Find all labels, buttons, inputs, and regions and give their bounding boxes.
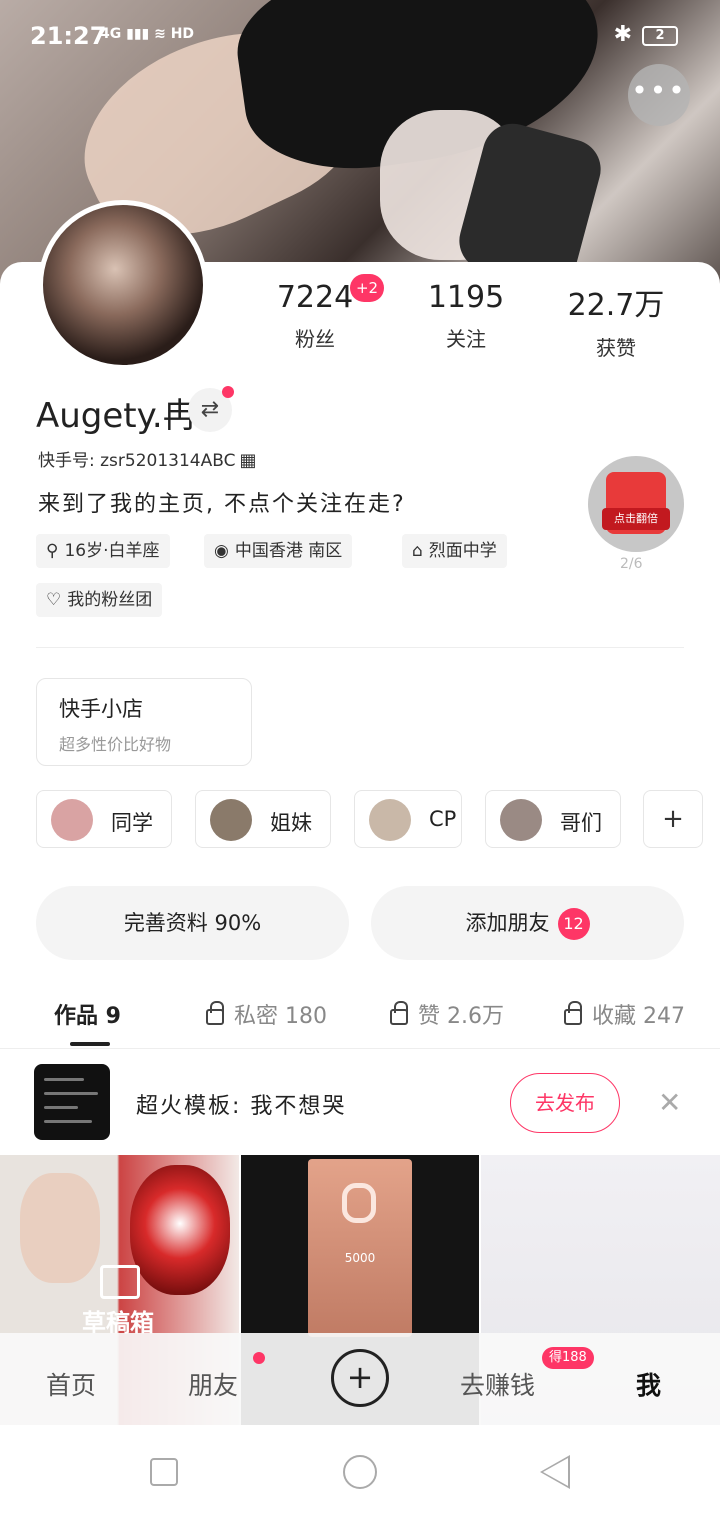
more-options-button[interactable]: ••• [628,64,690,126]
tag-label: 我的粉丝团 [67,590,153,610]
lock-icon [206,1001,224,1025]
group-avatar [500,799,542,841]
publish-button[interactable]: 去发布 [510,1073,620,1133]
hd-label: HD [170,26,195,42]
plaque-value: 5000 [344,1251,376,1265]
close-icon[interactable]: ✕ [658,1086,681,1119]
tab-private[interactable]: 私密 180 [206,998,327,1030]
add-friend-label: 添加朋友 [465,911,550,935]
signal-label: 4G [100,26,122,42]
divider [0,1048,720,1049]
recent-apps-icon[interactable] [150,1458,178,1486]
award-plaque: 5000 [308,1159,412,1337]
tab-label: 收藏 247 [592,1004,685,1029]
nav-home[interactable]: 首页 [46,1366,96,1402]
red-packet-button[interactable]: 点击翻倍 [588,456,684,552]
username: Augety.冉 [36,396,197,436]
avatar[interactable] [38,200,208,370]
heart-icon: ♡ [46,590,62,610]
folder-icon [100,1265,140,1299]
tag-label: 中国香港 南区 [234,541,343,561]
signal-icon: 4G ▮▮▮ ≋ HD [100,26,195,42]
earn-badge: 得188 [542,1347,594,1369]
thumbnail-face [20,1173,100,1283]
group-chip-cp[interactable]: CP [354,790,462,848]
template-title: 超火模板: 我不想哭 [136,1094,347,1119]
location-tag[interactable]: ◉ 中国香港 南区 [204,534,353,568]
tab-label: 私密 180 [234,1004,327,1029]
tab-label: 赞 2.6万 [418,1004,504,1029]
likes-label: 获赞 [596,336,636,360]
likes-stat[interactable]: 22.7万 获赞 [546,280,686,361]
thumb-line [44,1120,92,1123]
age-zodiac-tag[interactable]: ⚲ 16岁·白羊座 [36,534,170,568]
notification-dot [253,1352,265,1364]
tab-likes[interactable]: 赞 2.6万 [390,998,504,1030]
group-chip-sisters[interactable]: 姐妹 [195,790,331,848]
tab-works[interactable]: 作品 9 [54,998,121,1030]
group-label: 哥们 [560,811,602,835]
nav-earn[interactable]: 去赚钱 [460,1366,535,1402]
group-avatar [369,799,411,841]
bluetooth-icon: ✱ [613,22,632,47]
notification-dot [222,386,234,398]
group-label: 姐妹 [270,811,312,835]
shop-title: 快手小店 [59,697,143,721]
fans-label: 粉丝 [295,327,335,351]
search-icon: ⚲ [46,541,59,561]
status-bar: 21:27 4G ▮▮▮ ≋ HD ✱ 2 [0,0,720,72]
tag-label: 烈面中学 [428,541,497,561]
home-icon[interactable] [343,1455,377,1489]
fan-club-tag[interactable]: ♡ 我的粉丝团 [36,583,163,617]
following-stat[interactable]: 1195 关注 [396,280,536,352]
add-friend-button[interactable]: 添加朋友 12 [371,886,684,960]
status-time: 21:27 [30,22,107,50]
following-label: 关注 [446,327,486,351]
red-packet-count: 2/6 [620,556,643,572]
tab-favorites[interactable]: 收藏 247 [564,998,685,1030]
divider [36,647,684,648]
add-friend-badge: 12 [557,908,590,940]
kuaishou-logo-icon [342,1183,376,1223]
nav-me[interactable]: 我 [636,1366,661,1402]
active-tab-indicator [70,1042,110,1046]
thumb-line [44,1106,78,1109]
group-chip-classmates[interactable]: 同学 [36,790,172,848]
kuaishou-id-text: 快手号: zsr5201314ABC [38,451,236,471]
battery-icon: 2 [642,26,678,46]
thumb-line [44,1092,98,1095]
graduation-cap-icon: ⌂ [412,541,423,561]
lock-icon [564,1001,582,1025]
profile-bio: 来到了我的主页, 不点个关注在走? [38,492,406,517]
kuaishou-shop-card[interactable]: 快手小店 超多性价比好物 [36,678,252,766]
thumbnail-mask [130,1165,230,1295]
likes-count: 22.7万 [567,288,665,323]
group-chip-buddies[interactable]: 哥们 [485,790,621,848]
nav-friends[interactable]: 朋友 [188,1366,238,1402]
qr-code-icon[interactable]: ▦ [239,450,256,471]
add-group-button[interactable]: + [643,790,703,848]
location-pin-icon: ◉ [214,541,229,561]
school-tag[interactable]: ⌂ 烈面中学 [402,534,507,568]
group-label: 同学 [111,811,153,835]
new-fans-badge: +2 [350,274,384,302]
group-label: CP [429,807,457,831]
thumb-line [44,1078,84,1081]
lock-icon [390,1001,408,1025]
back-icon[interactable] [540,1455,570,1489]
kuaishou-id[interactable]: 快手号: zsr5201314ABC ▦ [38,446,257,471]
complete-profile-button[interactable]: 完善资料 90% [36,886,349,960]
group-avatar [51,799,93,841]
shop-subtitle: 超多性价比好物 [59,735,172,754]
red-packet-label: 点击翻倍 [602,508,670,530]
following-count: 1195 [427,280,505,315]
tag-label: 16岁·白羊座 [64,541,160,561]
create-post-button[interactable]: + [331,1349,389,1407]
template-thumbnail[interactable] [34,1064,110,1140]
group-avatar [210,799,252,841]
